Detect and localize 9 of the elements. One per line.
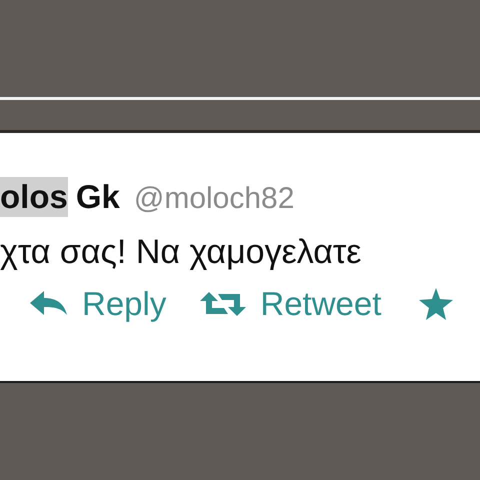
user-name: Gk: [76, 177, 120, 217]
reply-icon: [30, 290, 68, 318]
retweet-link[interactable]: Retweet: [200, 285, 382, 323]
star-icon[interactable]: [419, 288, 454, 320]
user-handle: @moloch82: [134, 182, 294, 216]
retweet-icon: [200, 291, 246, 317]
tweet-text: χτα σας! Να χαμογελατε: [0, 232, 362, 273]
user-name: olos: [0, 177, 68, 217]
reply-link[interactable]: Reply: [30, 285, 166, 323]
